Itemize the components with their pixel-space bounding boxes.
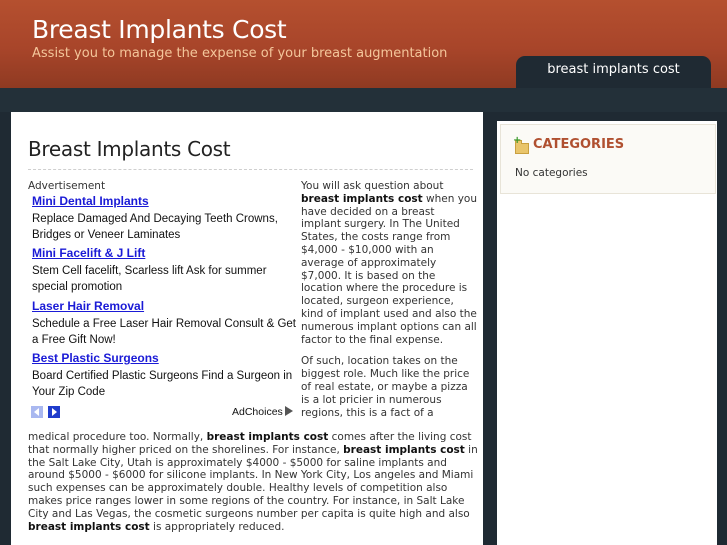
categories-empty: No categories [515, 167, 588, 179]
categories-widget: + CATEGORIES No categories [500, 124, 716, 194]
adchoices-icon [284, 406, 293, 416]
article-body-bottom: medical procedure too. Normally, breast … [28, 431, 478, 533]
article-body-right: You will ask question about breast impla… [301, 180, 477, 428]
site-tagline: Assist you to manage the expense of your… [32, 46, 448, 61]
adchoices-link[interactable]: AdChoices [232, 406, 293, 418]
advertisement-label: Advertisement [28, 180, 106, 192]
ad-description: Replace Damaged And Decaying Teeth Crown… [32, 213, 278, 241]
ad-prev-icon[interactable] [31, 406, 43, 418]
post-title[interactable]: Breast Implants Cost [28, 137, 231, 161]
ad-item: Mini Dental Implants Replace Damaged And… [32, 194, 300, 243]
ad-description: Stem Cell facelift, Scarless lift Ask fo… [32, 265, 267, 293]
ad-link[interactable]: Mini Dental Implants [32, 194, 300, 208]
ad-description: Schedule a Free Laser Hair Removal Consu… [32, 318, 296, 346]
sidebar: + CATEGORIES No categories [497, 121, 717, 545]
ad-description: Board Certified Plastic Surgeons Find a … [32, 370, 293, 398]
title-divider [28, 169, 473, 170]
paragraph: You will ask question about breast impla… [301, 180, 478, 346]
folder-add-icon: + [513, 136, 529, 154]
nav-tab-breast-implants-cost[interactable]: breast implants cost [516, 56, 711, 88]
ad-item: Best Plastic Surgeons Board Certified Pl… [32, 351, 300, 400]
site-title[interactable]: Breast Implants Cost [32, 15, 287, 44]
ad-link[interactable]: Laser Hair Removal [32, 299, 300, 313]
paragraph: Of such, location takes on the biggest r… [301, 355, 470, 419]
categories-title: CATEGORIES [533, 137, 625, 152]
adchoices-label: AdChoices [232, 406, 283, 418]
main-content: Breast Implants Cost Advertisement Mini … [11, 112, 483, 545]
ad-item: Mini Facelift & J Lift Stem Cell facelif… [32, 246, 300, 295]
ad-block: Advertisement Mini Dental Implants Repla… [28, 180, 298, 420]
ad-link[interactable]: Best Plastic Surgeons [32, 351, 300, 365]
nav-band [0, 88, 727, 112]
ad-next-icon[interactable] [48, 406, 60, 418]
ad-item: Laser Hair Removal Schedule a Free Laser… [32, 299, 300, 348]
site-header: Breast Implants Cost Assist you to manag… [0, 0, 727, 88]
ad-link[interactable]: Mini Facelift & J Lift [32, 246, 300, 260]
